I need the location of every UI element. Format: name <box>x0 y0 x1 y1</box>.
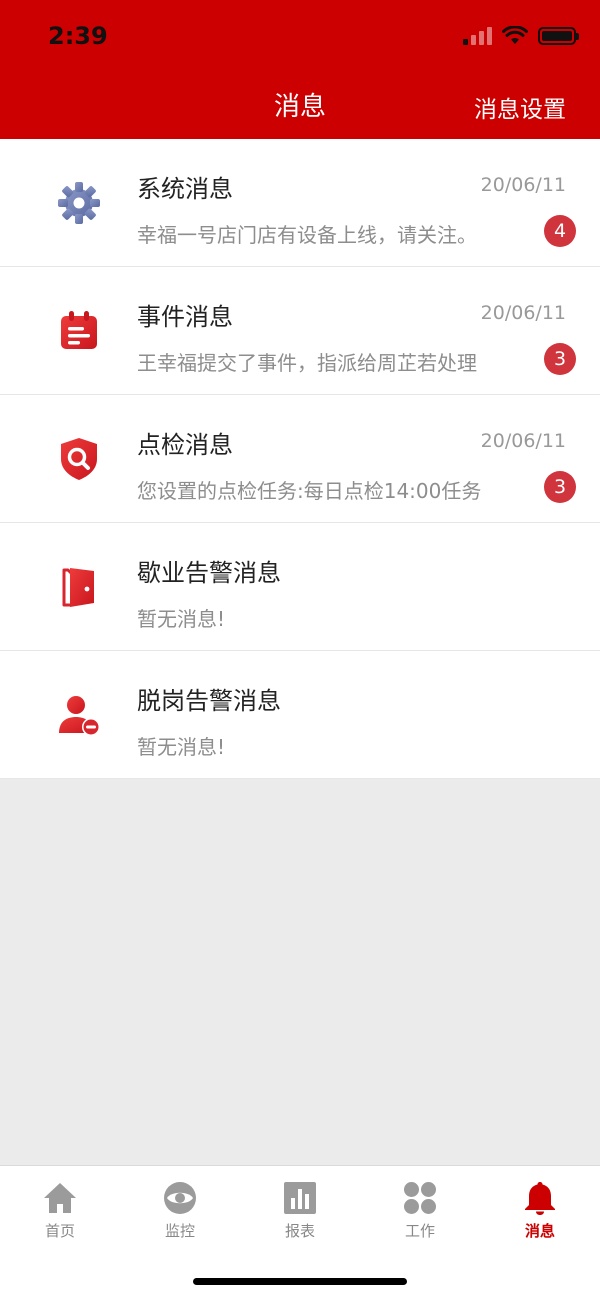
signal-icon <box>463 27 492 45</box>
chart-icon <box>284 1182 316 1214</box>
message-row-inspection[interactable]: 点检消息 20/06/11 您设置的点检任务:每日点检14:00任务 3 <box>0 395 600 523</box>
message-preview: 暂无消息! <box>137 735 226 759</box>
message-date: 20/06/11 <box>480 430 566 452</box>
tab-label: 工作 <box>404 1222 435 1240</box>
tab-label: 报表 <box>284 1222 315 1240</box>
tab-messages[interactable]: 消息 <box>480 1180 600 1241</box>
eye-icon <box>164 1182 196 1214</box>
message-title: 事件消息 <box>137 303 233 331</box>
tab-reports[interactable]: 报表 <box>240 1180 360 1241</box>
tab-home[interactable]: 首页 <box>0 1180 120 1241</box>
unread-badge: 4 <box>544 215 576 247</box>
message-row-event[interactable]: 事件消息 20/06/11 王幸福提交了事件，指派给周芷若处理 3 <box>0 267 600 395</box>
status-time: 2:39 <box>48 22 108 50</box>
unread-badge: 3 <box>544 471 576 503</box>
bell-icon <box>525 1182 555 1215</box>
message-preview: 王幸福提交了事件，指派给周芷若处理 <box>137 351 477 375</box>
home-indicator <box>193 1278 407 1285</box>
grid-icon <box>404 1182 436 1214</box>
user-off-icon <box>59 696 100 736</box>
message-row-system[interactable]: 系统消息 20/06/11 幸福一号店门店有设备上线，请关注。 4 <box>0 139 600 267</box>
status-icons <box>463 26 579 46</box>
message-settings-button[interactable]: 消息设置 <box>474 90 566 124</box>
message-title: 歇业告警消息 <box>137 559 281 587</box>
tab-work[interactable]: 工作 <box>360 1180 480 1241</box>
message-date: 20/06/11 <box>480 174 566 196</box>
door-icon <box>62 568 94 607</box>
message-preview: 您设置的点检任务:每日点检14:00任务 <box>137 479 482 503</box>
message-row-closure-alarm[interactable]: 歇业告警消息 暂无消息! <box>0 523 600 651</box>
message-list: 系统消息 20/06/11 幸福一号店门店有设备上线，请关注。 4 事件消息 2… <box>0 139 600 779</box>
gear-icon <box>58 182 100 224</box>
calendar-icon <box>61 311 97 349</box>
wifi-icon <box>502 26 528 44</box>
unread-badge: 3 <box>544 343 576 375</box>
tab-label: 监控 <box>164 1222 195 1240</box>
tab-monitor[interactable]: 监控 <box>120 1180 240 1241</box>
message-date: 20/06/11 <box>480 302 566 324</box>
message-title: 系统消息 <box>137 175 233 203</box>
home-icon <box>44 1183 76 1213</box>
battery-icon <box>538 27 579 45</box>
message-title: 点检消息 <box>137 431 233 459</box>
message-preview: 幸福一号店门店有设备上线，请关注。 <box>137 223 477 247</box>
message-title: 脱岗告警消息 <box>137 687 281 715</box>
tab-label: 消息 <box>524 1222 555 1240</box>
message-preview: 暂无消息! <box>137 607 226 631</box>
tab-label: 首页 <box>44 1222 75 1240</box>
message-row-absence-alarm[interactable]: 脱岗告警消息 暂无消息! <box>0 651 600 779</box>
header: 2:39 消息 消息设置 <box>0 0 600 139</box>
shield-search-icon <box>61 438 97 480</box>
